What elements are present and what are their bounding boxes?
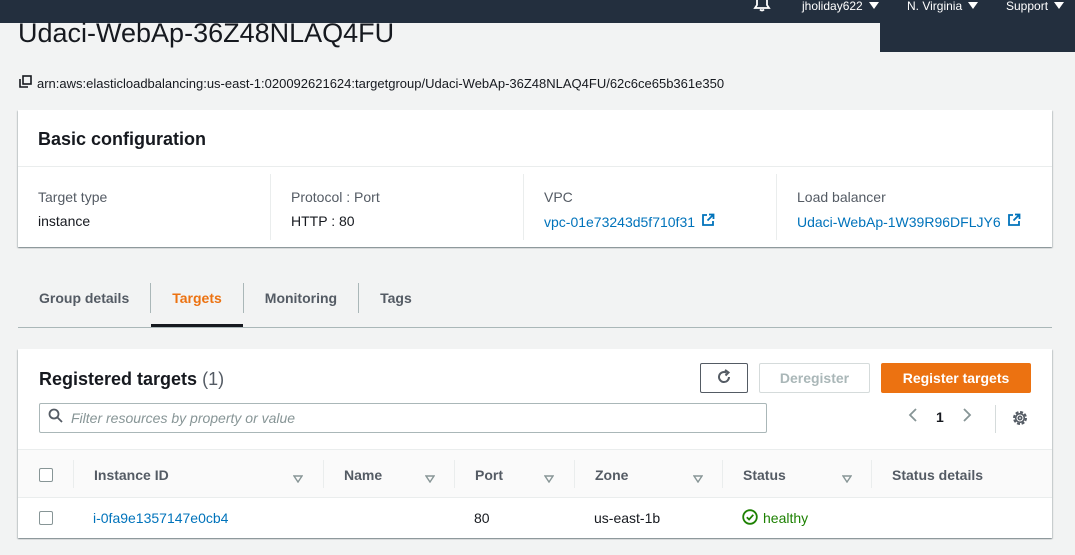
target-type-column: Target type instance <box>18 174 271 240</box>
load-balancer-column: Load balancer Udaci-WebAp-1W39R96DFLJY6 <box>777 174 1030 240</box>
column-header-status-details[interactable]: Status details <box>892 450 983 499</box>
user-menu[interactable]: jholiday622 <box>802 0 879 13</box>
instance-id-link[interactable]: i-0fa9e1357147e0cb4 <box>93 498 228 538</box>
gear-icon[interactable] <box>1011 409 1029 432</box>
refresh-icon <box>715 368 733 389</box>
sort-icon[interactable] <box>543 470 555 488</box>
tab-group-details[interactable]: Group details <box>18 283 150 313</box>
page-title: Udaci-WebAp-36Z48NLAQ4FU <box>18 18 395 48</box>
registered-targets-heading: Registered targets (1) <box>39 369 224 390</box>
port-cell: 80 <box>474 510 490 526</box>
sort-icon[interactable] <box>841 470 853 488</box>
column-header-zone[interactable]: Zone <box>595 450 628 499</box>
arn-text: arn:aws:elasticloadbalancing:us-east-1:0… <box>19 75 724 91</box>
registered-targets-panel: Registered targets (1) Deregister Regist… <box>18 349 1052 538</box>
support-menu-label: Support <box>1006 0 1049 13</box>
tab-targets[interactable]: Targets <box>150 283 243 327</box>
table-row[interactable]: i-0fa9e1357147e0cb4 80 us-east-1b health… <box>18 498 1052 538</box>
select-all-checkbox[interactable] <box>39 450 53 499</box>
load-balancer-label: Load balancer <box>797 189 886 205</box>
next-page-icon[interactable] <box>962 407 972 426</box>
column-divider <box>722 460 723 488</box>
protocol-port-value: HTTP : 80 <box>291 213 355 229</box>
filter-box <box>39 403 767 433</box>
register-targets-button[interactable]: Register targets <box>881 363 1031 393</box>
support-menu[interactable]: Support <box>1006 0 1065 13</box>
caret-down-icon <box>968 2 979 9</box>
current-page-number[interactable]: 1 <box>936 409 944 425</box>
filter-input[interactable] <box>71 410 751 426</box>
vpc-link[interactable]: vpc-01e73243d5f710f31 <box>544 213 756 230</box>
caret-down-icon <box>1054 2 1065 9</box>
column-divider <box>454 460 455 488</box>
checkbox <box>39 511 53 525</box>
registered-targets-title: Registered targets <box>39 369 198 389</box>
column-header-instance-id[interactable]: Instance ID <box>94 450 169 499</box>
arn-value: arn:aws:elasticloadbalancing:us-east-1:0… <box>37 75 725 91</box>
pagination-divider <box>995 405 996 433</box>
region-menu-label: N. Virginia <box>907 0 963 13</box>
tab-monitoring[interactable]: Monitoring <box>242 283 358 313</box>
tab-tags[interactable]: Tags <box>358 283 433 313</box>
check-circle-icon <box>742 508 758 528</box>
search-icon <box>48 408 63 428</box>
vpc-column: VPC vpc-01e73243d5f710f31 <box>524 174 777 240</box>
region-menu[interactable]: N. Virginia <box>907 0 979 13</box>
zone-cell: us-east-1b <box>594 510 661 526</box>
column-header-status[interactable]: Status <box>743 450 786 499</box>
protocol-port-label: Protocol : Port <box>291 189 380 205</box>
column-divider <box>871 460 872 488</box>
basic-configuration-panel: Basic configuration Target type instance… <box>18 110 1052 247</box>
copy-icon[interactable] <box>19 75 32 91</box>
load-balancer-link-text: Udaci-WebAp-1W39R96DFLJY6 <box>797 213 1001 230</box>
target-type-label: Target type <box>38 189 108 205</box>
pagination: 1 <box>908 407 972 426</box>
load-balancer-link[interactable]: Udaci-WebAp-1W39R96DFLJY6 <box>797 213 1021 230</box>
column-divider <box>323 460 324 488</box>
sort-icon[interactable] <box>292 470 304 488</box>
vpc-link-text: vpc-01e73243d5f710f31 <box>544 213 696 230</box>
row-checkbox[interactable] <box>39 498 53 538</box>
registered-targets-count: (1) <box>202 369 225 389</box>
deregister-button[interactable]: Deregister <box>759 363 870 393</box>
table-header: Instance ID Name Port Zone Status Status… <box>18 449 1052 498</box>
external-link-icon <box>701 213 715 230</box>
external-link-icon <box>1007 213 1021 230</box>
column-divider <box>574 460 575 488</box>
basic-configuration-heading: Basic configuration <box>18 110 1052 167</box>
column-header-name[interactable]: Name <box>344 450 382 499</box>
checkbox <box>39 467 53 482</box>
vpc-label: VPC <box>544 189 573 205</box>
sort-icon[interactable] <box>692 470 704 488</box>
column-divider <box>73 460 74 488</box>
column-header-port[interactable]: Port <box>475 450 503 499</box>
status-text: healthy <box>763 510 809 526</box>
tab-bar: Group details Targets Monitoring Tags <box>18 283 1052 328</box>
header-overlay <box>880 23 1075 52</box>
target-type-value: instance <box>38 213 91 229</box>
user-menu-label: jholiday622 <box>802 0 863 13</box>
previous-page-icon[interactable] <box>908 407 918 426</box>
caret-down-icon <box>868 2 879 9</box>
sort-icon[interactable] <box>424 470 436 488</box>
protocol-port-column: Protocol : Port HTTP : 80 <box>271 174 524 240</box>
status-cell: healthy <box>742 498 808 538</box>
refresh-button[interactable] <box>700 363 748 393</box>
bell-icon[interactable] <box>752 0 772 17</box>
